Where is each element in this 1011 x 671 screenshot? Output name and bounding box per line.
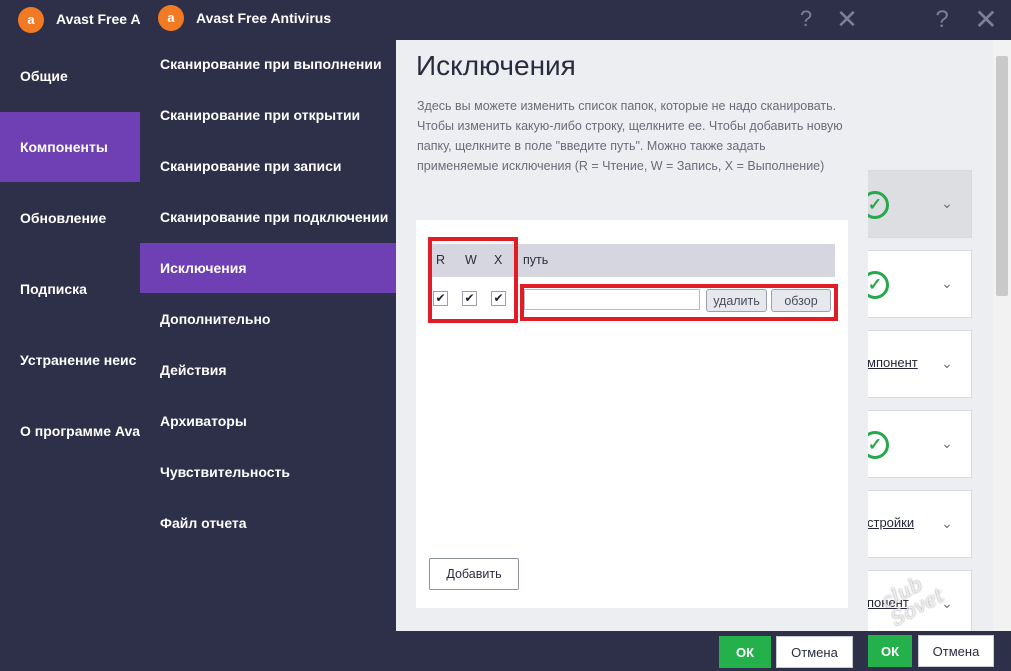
left-window-title: Avast Free A bbox=[56, 11, 140, 27]
chevron-down-icon[interactable]: ⌄ bbox=[937, 511, 957, 535]
chevron-down-icon[interactable]: ⌄ bbox=[937, 191, 957, 215]
exclusions-list: R W X путь ✔ ✔ ✔ удалить обзор Добавить bbox=[416, 220, 848, 608]
nav-actions[interactable]: Действия bbox=[140, 345, 396, 395]
cancel-button[interactable]: Отмена bbox=[776, 636, 853, 668]
nav-scan-on-connect[interactable]: Сканирование при подключении bbox=[140, 192, 396, 242]
nav-archivers[interactable]: Архиваторы bbox=[140, 396, 396, 446]
chevron-down-icon[interactable]: ⌄ bbox=[937, 431, 957, 455]
left-nav-troubleshooting[interactable]: Устранение неис bbox=[0, 325, 140, 395]
scrollbar[interactable] bbox=[993, 40, 1011, 631]
left-nav-update[interactable]: Обновление bbox=[0, 183, 140, 253]
back-component-row[interactable]: ✓ ⌄ bbox=[860, 170, 972, 238]
page-description: Здесь вы можете изменить список папок, к… bbox=[417, 99, 843, 173]
close-icon[interactable]: ✕ bbox=[834, 6, 860, 32]
scrollbar-thumb[interactable] bbox=[996, 56, 1008, 296]
add-button[interactable]: Добавить bbox=[429, 558, 519, 590]
back-component-row[interactable]: стройки ⌄ bbox=[860, 490, 972, 558]
help-icon[interactable]: ? bbox=[794, 6, 818, 32]
nav-scan-on-open[interactable]: Сканирование при открытии bbox=[140, 90, 396, 140]
chevron-down-icon[interactable]: ⌄ bbox=[937, 271, 957, 295]
left-nav-general[interactable]: Общие bbox=[0, 41, 140, 111]
back-component-link[interactable]: мпонент bbox=[867, 355, 918, 370]
ok-button[interactable]: ОК bbox=[719, 636, 771, 668]
back-cancel-button[interactable]: Отмена bbox=[918, 635, 994, 667]
avast-logo-icon: a bbox=[158, 5, 184, 31]
back-component-row[interactable]: мпонент ⌄ bbox=[860, 330, 972, 398]
header-path: путь bbox=[523, 253, 549, 267]
page-title: Исключения bbox=[416, 50, 576, 81]
nav-report-file[interactable]: Файл отчета bbox=[140, 498, 396, 548]
left-nav-about[interactable]: О программе Ava bbox=[0, 396, 140, 466]
exclusions-panel: Исключения Здесь вы можете изменить спис… bbox=[396, 40, 868, 631]
back-close-icon[interactable]: ✕ bbox=[972, 6, 1000, 34]
back-component-row[interactable]: ✓ ⌄ bbox=[860, 250, 972, 318]
nav-scan-on-write[interactable]: Сканирование при записи bbox=[140, 141, 396, 191]
highlight-frame-path bbox=[520, 284, 838, 321]
left-nav-subscription[interactable]: Подписка bbox=[0, 254, 140, 324]
back-ok-button[interactable]: ОК bbox=[868, 635, 912, 667]
left-window: a Avast Free A Общие Компоненты Обновлен… bbox=[0, 0, 140, 671]
back-help-icon[interactable]: ? bbox=[928, 6, 956, 34]
back-component-row[interactable]: ✓ ⌄ bbox=[860, 410, 972, 478]
nav-advanced[interactable]: Дополнительно bbox=[140, 294, 396, 344]
chevron-down-icon[interactable]: ⌄ bbox=[937, 351, 957, 375]
nav-exclusions[interactable]: Исключения bbox=[140, 243, 396, 293]
nav-sensitivity[interactable]: Чувствительность bbox=[140, 447, 396, 497]
avast-logo-icon: a bbox=[18, 7, 44, 33]
back-settings-link[interactable]: стройки bbox=[867, 515, 914, 530]
window-title: Avast Free Antivirus bbox=[196, 10, 332, 26]
left-nav-components[interactable]: Компоненты bbox=[0, 112, 140, 182]
nav-scan-on-execute[interactable]: Сканирование при выполнении bbox=[140, 39, 396, 89]
highlight-frame-rwx bbox=[428, 237, 518, 323]
